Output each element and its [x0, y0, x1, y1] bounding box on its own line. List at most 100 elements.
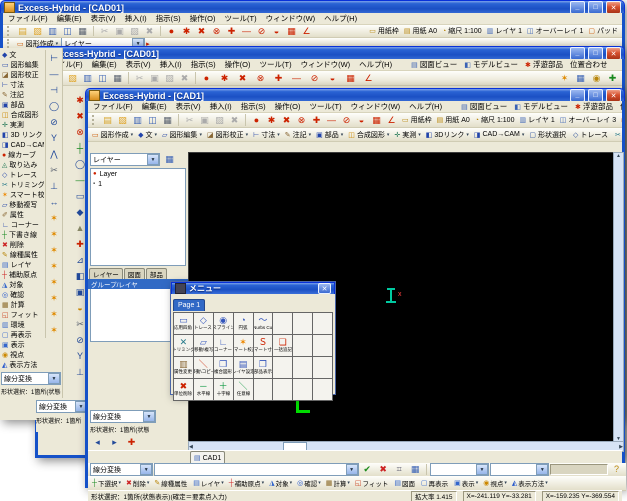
tool-list-item[interactable]: ◬ 取り込み	[1, 160, 44, 170]
vertical-scrollbar[interactable]: ▲▼	[613, 152, 624, 443]
menu-item[interactable]: 表示(V)	[91, 13, 116, 24]
tool-list-item[interactable]: ◧ 3D リンク	[1, 130, 44, 140]
edit-tool-icon[interactable]: ✖	[142, 25, 157, 38]
strip-tool-icon[interactable]: ✶	[46, 226, 62, 242]
tool-group-button[interactable]: ◫ 合成図形 ▾	[346, 130, 391, 140]
tool-list-item[interactable]: ▣ 部品	[1, 100, 44, 110]
palette-tool-cell[interactable]: ◇ トレース	[194, 313, 214, 335]
strip-tool-icon[interactable]: ✶	[46, 274, 62, 290]
snap-tool-icon[interactable]: ⊗	[294, 114, 309, 127]
pane-tool-icon[interactable]: ✚	[124, 436, 139, 449]
tool-list-item[interactable]: ◫ 合成図形	[1, 110, 44, 120]
strip-tool-icon[interactable]: ✂	[46, 162, 62, 178]
file-tool-icon[interactable]: ◫	[95, 72, 110, 85]
tool-list-item[interactable]: ┼ 下書き線	[1, 230, 44, 240]
bottom-tool-button[interactable]: ┼ 下選択 ▾	[90, 478, 123, 488]
tool-group-button[interactable]: ◧ 3Dリンク ▾	[424, 130, 471, 140]
menu-view-item[interactable]: 位置合わせ	[570, 59, 608, 70]
tool-group-button[interactable]: ▢ 形状選択	[527, 130, 570, 140]
paper-setting-button[interactable]: ▥ レイヤ 1	[517, 115, 556, 125]
snap-tool-icon[interactable]: ✖	[279, 114, 294, 127]
paper-setting-button[interactable]: ◫ オーバーレイ 3	[558, 115, 618, 125]
tool-list-item[interactable]: ▭ 図形編集	[1, 60, 44, 70]
strip-tool-icon[interactable]: ✶	[46, 210, 62, 226]
tool-list-item[interactable]: ✂ トリミング	[1, 180, 44, 190]
tool-list-item[interactable]: ▢ 再表示	[1, 330, 44, 340]
palette-tool-cell[interactable]	[273, 379, 293, 401]
menu-view-item[interactable]: ◧ モデルビュー	[464, 59, 518, 70]
file-tool-icon[interactable]: ▦	[160, 114, 175, 127]
snap-tool-icon[interactable]: ◒	[354, 114, 369, 127]
tool-list-item[interactable]: ◨ CAD→CAM	[1, 140, 44, 150]
edit-tool-icon[interactable]: ✖	[227, 114, 242, 127]
edit-tool-icon[interactable]: ▣	[147, 72, 162, 85]
pane-tab[interactable]: 部品	[146, 268, 167, 279]
command-combo[interactable]: 線分変換▼	[1, 372, 61, 385]
menu-item[interactable]: ヘルプ(H)	[359, 59, 392, 70]
pane-tool-icon[interactable]: ◂	[90, 436, 105, 449]
menu-item[interactable]: ヘルプ(H)	[409, 101, 442, 112]
palette-titlebar[interactable]: メニュー ✕	[171, 282, 335, 294]
paper-setting-button[interactable]: ▢ パッド	[619, 115, 622, 125]
snap-tool-icon[interactable]: ✱	[217, 72, 232, 85]
edit-tool-icon[interactable]: ▣	[112, 25, 127, 38]
palette-tool-cell[interactable]	[313, 313, 333, 335]
paper-setting-button[interactable]: ▢ パッド	[586, 26, 620, 36]
edit-tool-icon[interactable]: ✖	[177, 72, 192, 85]
snap-tool-icon[interactable]: ⊗	[253, 72, 268, 85]
tool-list-item[interactable]: ◮ 対象	[1, 280, 44, 290]
snap-tool-icon[interactable]: ⊘	[254, 25, 269, 38]
tool-group-button[interactable]: ▣ 部品 ▾	[314, 130, 345, 140]
palette-tool-cell[interactable]	[254, 379, 274, 401]
snap-tool-icon[interactable]: ✱	[179, 25, 194, 38]
snap-tool-icon[interactable]: ⊗	[209, 25, 224, 38]
tool-list-item[interactable]: ● 線カーブ	[1, 150, 44, 160]
strip-tool-icon[interactable]: ✶	[46, 322, 62, 338]
palette-tool-cell[interactable]: ✶ スマート校正	[234, 335, 254, 357]
utility-tool-icon[interactable]: ▦	[573, 72, 588, 85]
file-tool-icon[interactable]: ◫	[145, 114, 160, 127]
file-tool-icon[interactable]: ▤	[100, 114, 115, 127]
tool-list-item[interactable]: ∟ コーナー	[1, 220, 44, 230]
command-input[interactable]: ▼	[154, 463, 358, 476]
palette-tool-cell[interactable]	[313, 357, 333, 379]
tool-group-button[interactable]: ✎ 注記 ▾	[283, 130, 313, 140]
tool-list-item[interactable]: ⊢ 寸法	[1, 80, 44, 90]
menu-item[interactable]: ヘルプ(H)	[324, 13, 357, 24]
file-tool-icon[interactable]: ▧	[30, 25, 45, 38]
palette-tool-cell[interactable]: ∟ コーナー	[214, 335, 234, 357]
paper-setting-button[interactable]: ◫ オーバーレイ 1	[525, 26, 585, 36]
bottom-tool-button[interactable]: ◱ フィット	[353, 478, 392, 488]
menu-item[interactable]: 編集(E)	[57, 13, 82, 24]
window-middle-titlebar[interactable]: Excess-Hybrid - [CAD01] _ □ ✕	[35, 46, 625, 60]
strip-tool-icon[interactable]: ✶	[46, 306, 62, 322]
tool-list-item[interactable]: ✐ 属性	[1, 210, 44, 220]
palette-tool-cell[interactable]	[293, 335, 313, 357]
tool-list-item[interactable]: ▣ 表示	[1, 340, 44, 350]
palette-tool-cell[interactable]: ─ 水平線	[194, 379, 214, 401]
edit-tool-icon[interactable]: ▨	[212, 114, 227, 127]
strip-tool-icon[interactable]: —	[46, 66, 62, 82]
toolbar-grip[interactable]	[7, 26, 12, 35]
tool-list-item[interactable]: ▤ レイヤ	[1, 260, 44, 270]
menu-item[interactable]: 指示(S)	[156, 13, 181, 24]
menu-view-item[interactable]: ✱ 浮遊部品	[575, 101, 613, 112]
pane-tool-icon[interactable]: ▸	[107, 436, 122, 449]
snap-tool-icon[interactable]: —	[289, 72, 304, 85]
pane-command-combo[interactable]: 線分変換▼	[90, 410, 156, 423]
layer-settings-icon[interactable]: ▦	[162, 153, 177, 166]
snap-tool-icon[interactable]: ∠	[384, 114, 399, 127]
options-icon[interactable]: ⌗	[392, 463, 407, 476]
palette-tool-cell[interactable]: ◔ 円弧	[234, 313, 254, 335]
layer-tree-item[interactable]: ● Layer	[91, 169, 185, 179]
menu-item[interactable]: ツール(T)	[260, 59, 292, 70]
menu-view-item[interactable]: ✱ 浮遊部品	[525, 59, 563, 70]
snap-tool-icon[interactable]: ∠	[299, 25, 314, 38]
paper-setting-button[interactable]: ◔ 縮尺 1:100	[440, 26, 484, 36]
edit-tool-icon[interactable]: ✂	[97, 25, 112, 38]
bottom-tool-button[interactable]: ◮ 対象 ▾	[267, 478, 294, 488]
snap-tool-icon[interactable]: ◒	[269, 25, 284, 38]
tool-group-button[interactable]: ▱ 図形編集 ▾	[160, 130, 204, 140]
strip-tool-icon[interactable]: ⊘	[46, 114, 62, 130]
palette-tool-cell[interactable]: ＼ 移動\コピー	[194, 357, 214, 379]
